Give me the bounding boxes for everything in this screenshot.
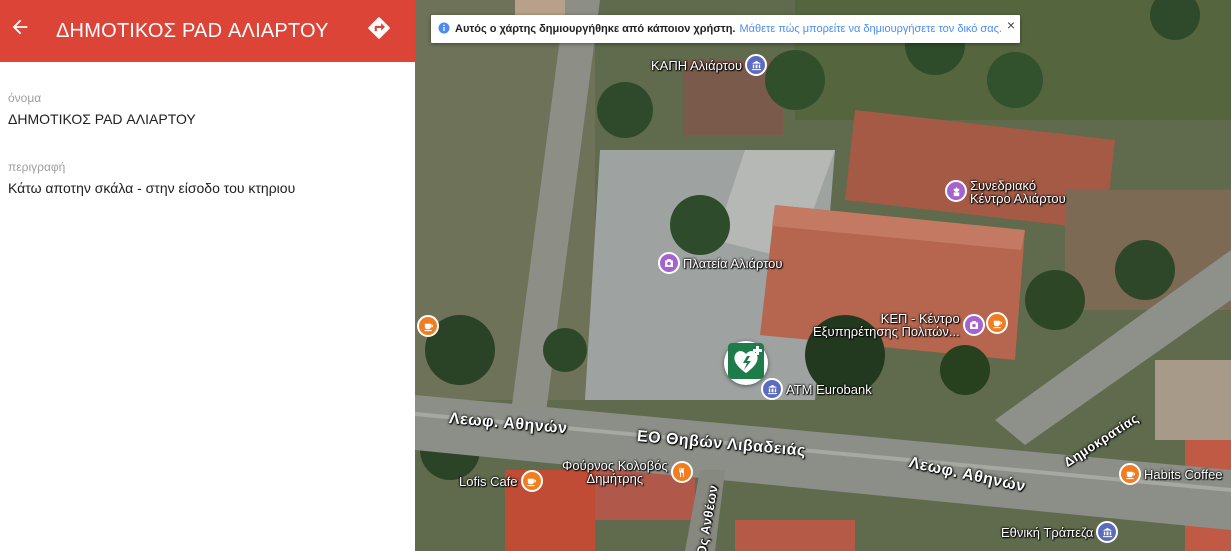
satellite-map[interactable]: Αυτός ο χάρτης δημιουργήθηκε από κάποιον…: [415, 0, 1231, 551]
map-imagery: [415, 0, 1231, 551]
bank-icon: [761, 378, 783, 400]
name-label: όνομα: [8, 91, 42, 105]
poi-kep[interactable]: ΚΕΠ - Κέντρο Εξυπηρέτησης Πολιτών...: [813, 312, 985, 338]
poi-lofis-cafe[interactable]: Lofis Cafe: [459, 470, 543, 492]
poi-bakery[interactable]: Φούρνος Κολοβός Δημήτρης: [562, 459, 693, 485]
coffee-icon: [520, 470, 543, 492]
poi-label-block: Συνεδριακό Κέντρο Αλιάρτου: [970, 179, 1066, 205]
poi-label: Κέντρο Αλιάρτου: [970, 191, 1066, 206]
poi-label: Εξυπηρέτησης Πολιτών...: [813, 324, 960, 339]
back-button[interactable]: [6, 15, 34, 43]
aed-marker[interactable]: [724, 341, 768, 385]
poi-kapi[interactable]: ΚΑΠΗ Αλιάρτου: [651, 54, 768, 76]
poi-label-block: ΚΕΠ - Κέντρο Εξυπηρέτησης Πολιτών...: [813, 312, 960, 338]
poi-label: Πλατεία Αλιάρτου: [683, 255, 783, 271]
poi-label: ATM Eurobank: [786, 381, 872, 397]
poi-label: ΚΑΠΗ Αλιάρτου: [651, 57, 743, 73]
directions-button[interactable]: [364, 15, 394, 45]
poi-congress-center[interactable]: Συνεδριακό Κέντρο Αλιάρτου: [945, 179, 1066, 205]
details-panel: ΔΗΜΟΤΙΚΟΣ PAD ΑΛΙΑΡΤΟΥ όνομα ΔΗΜΟΤΙΚΟΣ P…: [0, 0, 415, 551]
poi-cafe-west[interactable]: [417, 315, 439, 337]
close-icon[interactable]: ×: [1007, 17, 1015, 33]
user-map-notice: Αυτός ο χάρτης δημιουργήθηκε από κάποιον…: [431, 15, 1020, 43]
poi-label: Habits Coffee: [1144, 466, 1223, 482]
building-icon: [745, 54, 768, 76]
panel-header: ΔΗΜΟΤΙΚΟΣ PAD ΑΛΙΑΡΤΟΥ: [0, 0, 415, 62]
bank-icon: [1096, 521, 1119, 543]
poi-cafe-east[interactable]: [986, 312, 1008, 334]
directions-icon: [366, 15, 392, 46]
description-value: Κάτω αποτην σκάλα - στην είσοδο του κτηρ…: [8, 180, 296, 196]
info-icon: [438, 22, 450, 37]
camera-icon: [962, 314, 985, 336]
poi-label: Δημήτρης: [586, 471, 644, 486]
poi-atm[interactable]: ATM Eurobank: [761, 378, 872, 400]
coffee-icon: [1119, 463, 1141, 485]
landmark-icon: [945, 180, 967, 202]
name-value: ΔΗΜΟΤΙΚΟΣ PAD ΑΛΙΑΡΤΟΥ: [8, 111, 196, 127]
poi-label: Lofis Cafe: [459, 473, 518, 489]
arrow-back-icon: [9, 16, 31, 43]
create-map-link[interactable]: Μάθετε πώς μπορείτε να δημιουργήσετε τον…: [739, 23, 1001, 35]
description-label: περιγραφή: [8, 160, 66, 174]
panel-title: ΔΗΜΟΤΙΚΟΣ PAD ΑΛΙΑΡΤΟΥ: [56, 20, 329, 42]
restaurant-icon: [670, 461, 693, 483]
coffee-icon: [986, 312, 1008, 334]
camera-icon: [658, 252, 680, 274]
poi-square[interactable]: Πλατεία Αλιάρτου: [658, 252, 783, 274]
poi-label-block: Φούρνος Κολοβός Δημήτρης: [562, 459, 668, 485]
defibrillator-icon: [728, 342, 764, 384]
poi-habits-coffee[interactable]: Habits Coffee: [1119, 463, 1223, 485]
notice-text: Αυτός ο χάρτης δημιουργήθηκε από κάποιον…: [455, 23, 736, 35]
coffee-icon: [417, 315, 439, 337]
poi-label: Εθνική Τράπεζα: [1001, 524, 1094, 540]
poi-national-bank[interactable]: Εθνική Τράπεζα: [1001, 521, 1119, 543]
